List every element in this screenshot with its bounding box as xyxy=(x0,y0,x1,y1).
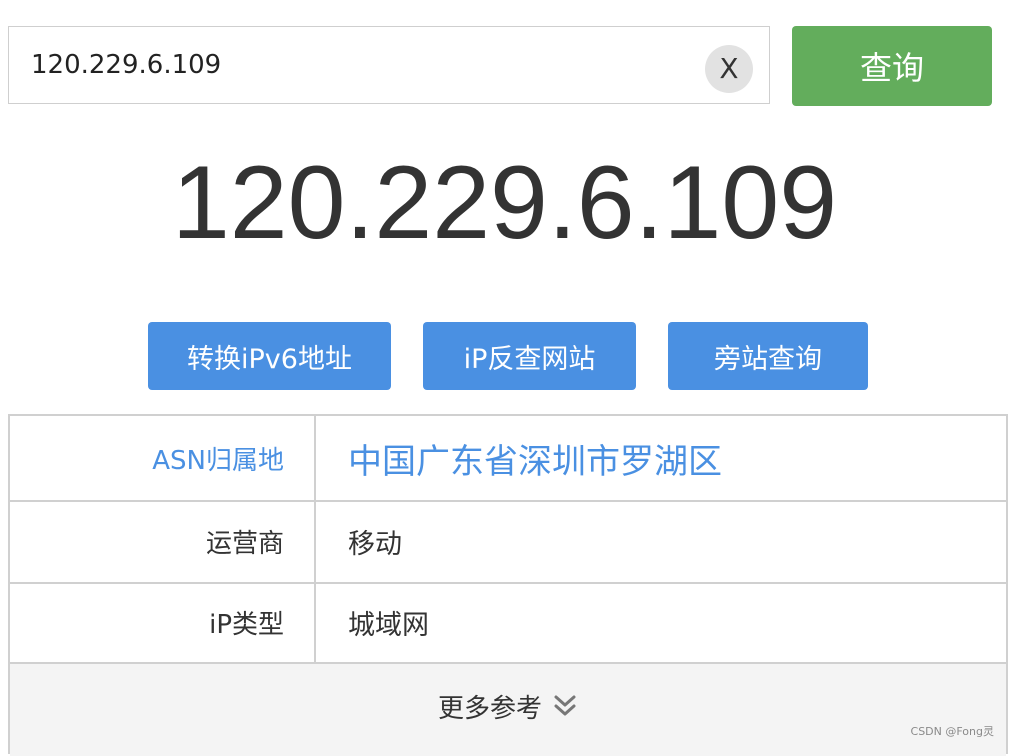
clear-button[interactable]: X xyxy=(705,45,753,93)
search-box: X xyxy=(8,26,770,104)
ip-type-value: 城域网 xyxy=(348,609,429,641)
more-reference-toggle[interactable]: 更多参考 xyxy=(10,664,1006,756)
isp-label: 运营商 xyxy=(10,500,316,582)
sibling-sites-query-button[interactable]: 旁站查询 xyxy=(668,322,868,390)
more-reference-label: 更多参考 xyxy=(437,693,542,724)
query-button[interactable]: 查询 xyxy=(792,26,992,106)
double-chevron-down-icon xyxy=(552,693,578,719)
convert-ipv6-button[interactable]: 转换iPv6地址 xyxy=(148,322,391,390)
ip-address-display: 120.229.6.109 xyxy=(171,145,838,261)
table-row: 运营商 移动 xyxy=(10,500,1006,584)
close-icon: X xyxy=(719,52,739,85)
ip-type-label: iP类型 xyxy=(10,582,316,662)
isp-value: 移动 xyxy=(348,528,402,560)
table-row: iP类型 城域网 xyxy=(10,582,1006,664)
search-input[interactable] xyxy=(31,27,691,103)
more-reference-inner: 更多参考 xyxy=(438,686,578,726)
watermark: CSDN @Fong灵 xyxy=(910,725,994,738)
ip-reverse-lookup-button[interactable]: iP反查网站 xyxy=(423,322,636,390)
asn-location-value: 中国广东省深圳市罗湖区 xyxy=(348,441,722,482)
table-row: ASN归属地 中国广东省深圳市罗湖区 xyxy=(10,416,1006,502)
ip-info-table: ASN归属地 中国广东省深圳市罗湖区 运营商 移动 iP类型 城域网 更多参考 xyxy=(8,414,1008,756)
asn-location-label: ASN归属地 xyxy=(10,416,316,500)
